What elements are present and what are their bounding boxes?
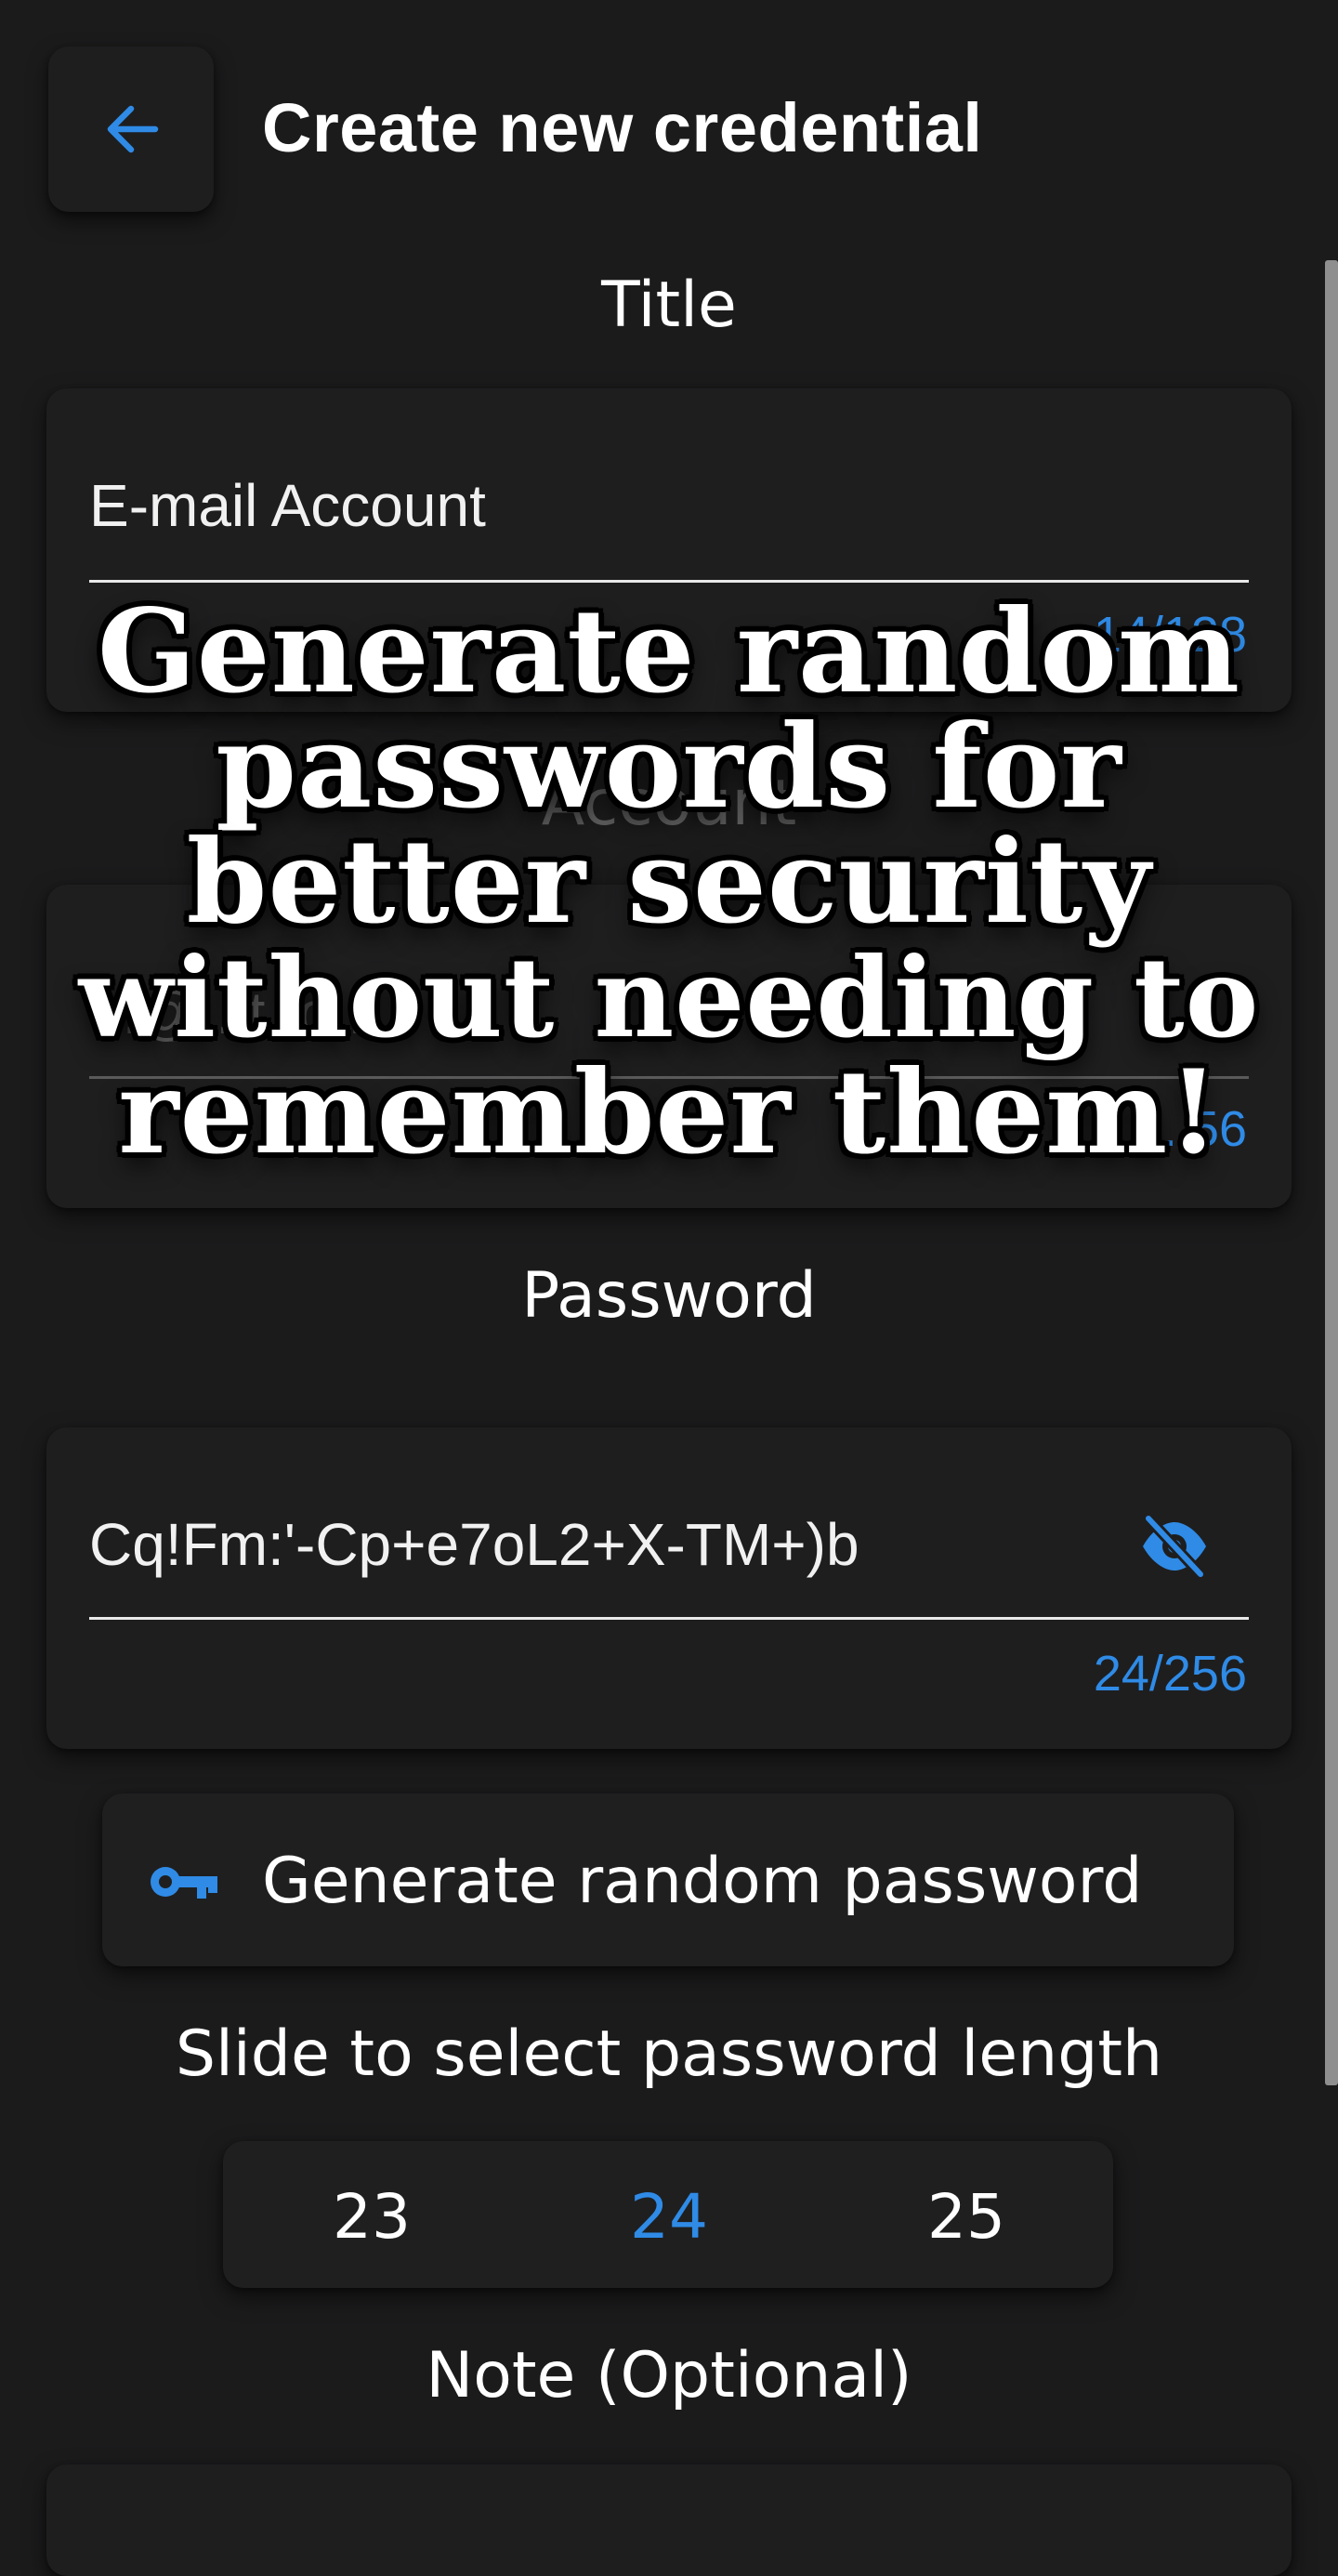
note-card[interactable] [46, 2464, 1292, 2576]
password-counter: 24/256 [1093, 1646, 1247, 1702]
length-picker-label: Slide to select password length [175, 2017, 1163, 2091]
title-input[interactable]: E-mail Account [89, 468, 486, 543]
password-input[interactable]: Cq!Fm:'-Cp+e7oL2+X-TM+)b [89, 1507, 859, 1582]
promo-line: Generate random [97, 585, 1241, 719]
length-option[interactable]: 25 [892, 2178, 1041, 2256]
arrow-left-icon [107, 105, 159, 153]
password-underline [89, 1617, 1249, 1620]
length-option[interactable]: 23 [297, 2178, 446, 2256]
generate-password-label: Generate random password [262, 1845, 1143, 1918]
note-label: Note (Optional) [426, 2339, 912, 2412]
title-underline [89, 580, 1249, 583]
length-option-selected[interactable]: 24 [595, 2178, 743, 2256]
promo-line: passwords for [216, 700, 1122, 835]
promo-line: remember them! [118, 1045, 1220, 1180]
promo-overlay-text: Generate random passwords for better sec… [19, 595, 1319, 1171]
key-icon [149, 1859, 219, 1905]
page-title: Create new credential [262, 89, 983, 166]
password-label: Password [521, 1259, 817, 1333]
scrollbar[interactable] [1325, 260, 1338, 2085]
back-button[interactable] [48, 46, 214, 212]
visibility-toggle[interactable] [1139, 1513, 1210, 1580]
title-label: Title [601, 269, 737, 342]
promo-line: without needing to [78, 933, 1260, 1062]
promo-line: better security [186, 815, 1152, 950]
eye-off-icon [1143, 1513, 1206, 1580]
